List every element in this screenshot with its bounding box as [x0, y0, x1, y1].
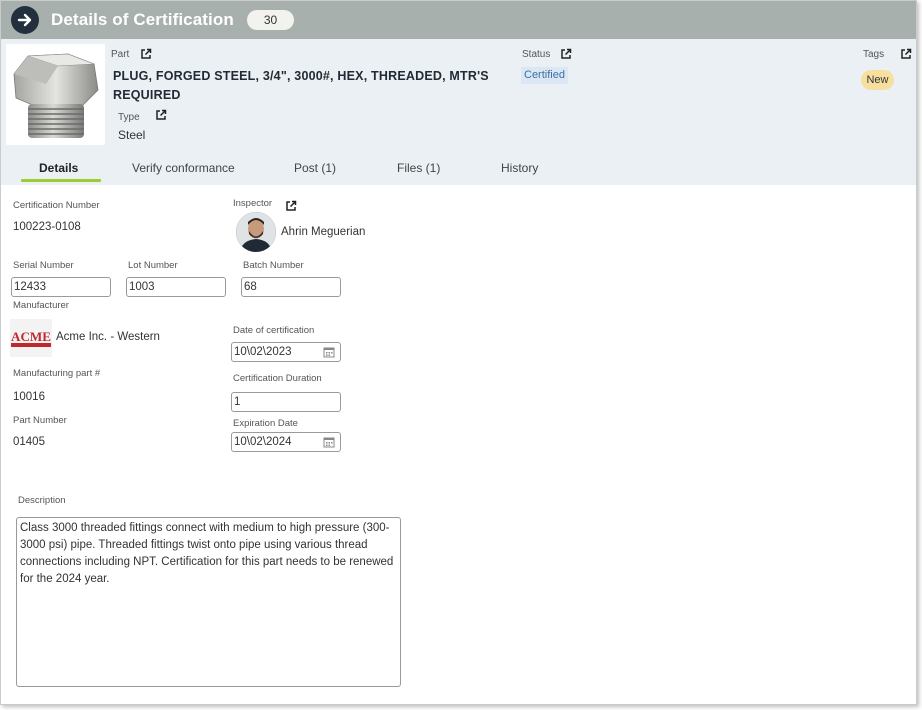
svg-text:ACME: ACME	[11, 329, 51, 344]
back-button[interactable]	[11, 6, 39, 34]
tag-badge[interactable]: New	[861, 70, 894, 90]
open-external-icon[interactable]	[140, 48, 152, 60]
lot-number-field[interactable]: 1003	[126, 277, 226, 297]
date-of-certification-label: Date of certification	[233, 325, 315, 336]
tags-label: Tags	[863, 49, 885, 60]
certification-duration-label: Certification Duration	[233, 373, 322, 384]
part-number-label: Part Number	[13, 415, 67, 426]
tab-history[interactable]: History	[501, 161, 538, 175]
inspector-avatar	[236, 212, 276, 252]
serial-number-field[interactable]: 12433	[11, 277, 111, 297]
open-external-icon[interactable]	[900, 48, 912, 60]
expiration-date-field[interactable]: 10\02\2024	[231, 432, 341, 452]
date-of-certification-value: 10\02\2023	[234, 346, 292, 358]
manufacturing-part-label: Manufacturing part #	[13, 368, 101, 379]
expiration-date-label: Expiration Date	[233, 418, 298, 429]
manufacturer-label: Manufacturer	[13, 300, 69, 311]
manufacturing-part-value: 10016	[13, 391, 45, 403]
calendar-icon[interactable]	[323, 346, 335, 358]
open-external-icon[interactable]	[155, 109, 167, 121]
certification-duration-field[interactable]: 1	[231, 392, 341, 412]
lot-number-label: Lot Number	[128, 260, 178, 271]
batch-number-field[interactable]: 68	[241, 277, 341, 297]
batch-number-label: Batch Number	[243, 260, 304, 271]
certification-number-label: Certification Number	[13, 200, 100, 211]
tab-details[interactable]: Details	[39, 161, 78, 175]
part-name: PLUG, FORGED STEEL, 3/4", 3000#, HEX, TH…	[113, 69, 489, 102]
part-thumbnail	[6, 44, 105, 145]
part-label: Part	[111, 49, 130, 60]
type-value: Steel	[118, 128, 146, 142]
open-external-icon[interactable]	[285, 200, 297, 212]
part-header: Part PLUG, FORGED STEEL, 3/4", 3000#, HE…	[1, 39, 916, 185]
inspector-name: Ahrin Meguerian	[281, 226, 366, 238]
manufacturer-logo: ACME	[10, 319, 52, 357]
part-number-value: 01405	[13, 436, 45, 448]
hex-plug-image	[13, 53, 99, 138]
tab-post[interactable]: Post (1)	[294, 161, 336, 175]
certification-details-window: Details of Certification 30 Part PLUG, F…	[0, 0, 917, 705]
record-count-badge: 30	[247, 10, 294, 30]
arrow-right-icon	[17, 13, 32, 27]
page-title: Details of Certification	[51, 10, 234, 29]
manufacturer-name: Acme Inc. - Western	[56, 331, 160, 343]
person-photo	[236, 212, 276, 252]
expiration-date-value: 10\02\2024	[234, 436, 292, 448]
certification-number-value: 100223-0108	[13, 221, 81, 233]
calendar-icon[interactable]	[323, 436, 335, 448]
status-label: Status	[522, 49, 551, 60]
description-textarea[interactable]: Class 3000 threaded fittings connect wit…	[16, 517, 401, 687]
date-of-certification-field[interactable]: 10\02\2023	[231, 342, 341, 362]
title-bar: Details of Certification 30	[1, 1, 916, 39]
type-label: Type	[118, 112, 140, 123]
active-tab-indicator	[21, 179, 101, 182]
description-label: Description	[18, 495, 66, 506]
open-external-icon[interactable]	[560, 48, 572, 60]
inspector-label: Inspector	[233, 198, 273, 209]
tab-files[interactable]: Files (1)	[397, 161, 440, 175]
serial-number-label: Serial Number	[13, 260, 74, 271]
acme-logo: ACME	[11, 329, 51, 347]
tab-verify-conformance[interactable]: Verify conformance	[132, 161, 235, 175]
status-badge: Certified	[521, 67, 568, 84]
